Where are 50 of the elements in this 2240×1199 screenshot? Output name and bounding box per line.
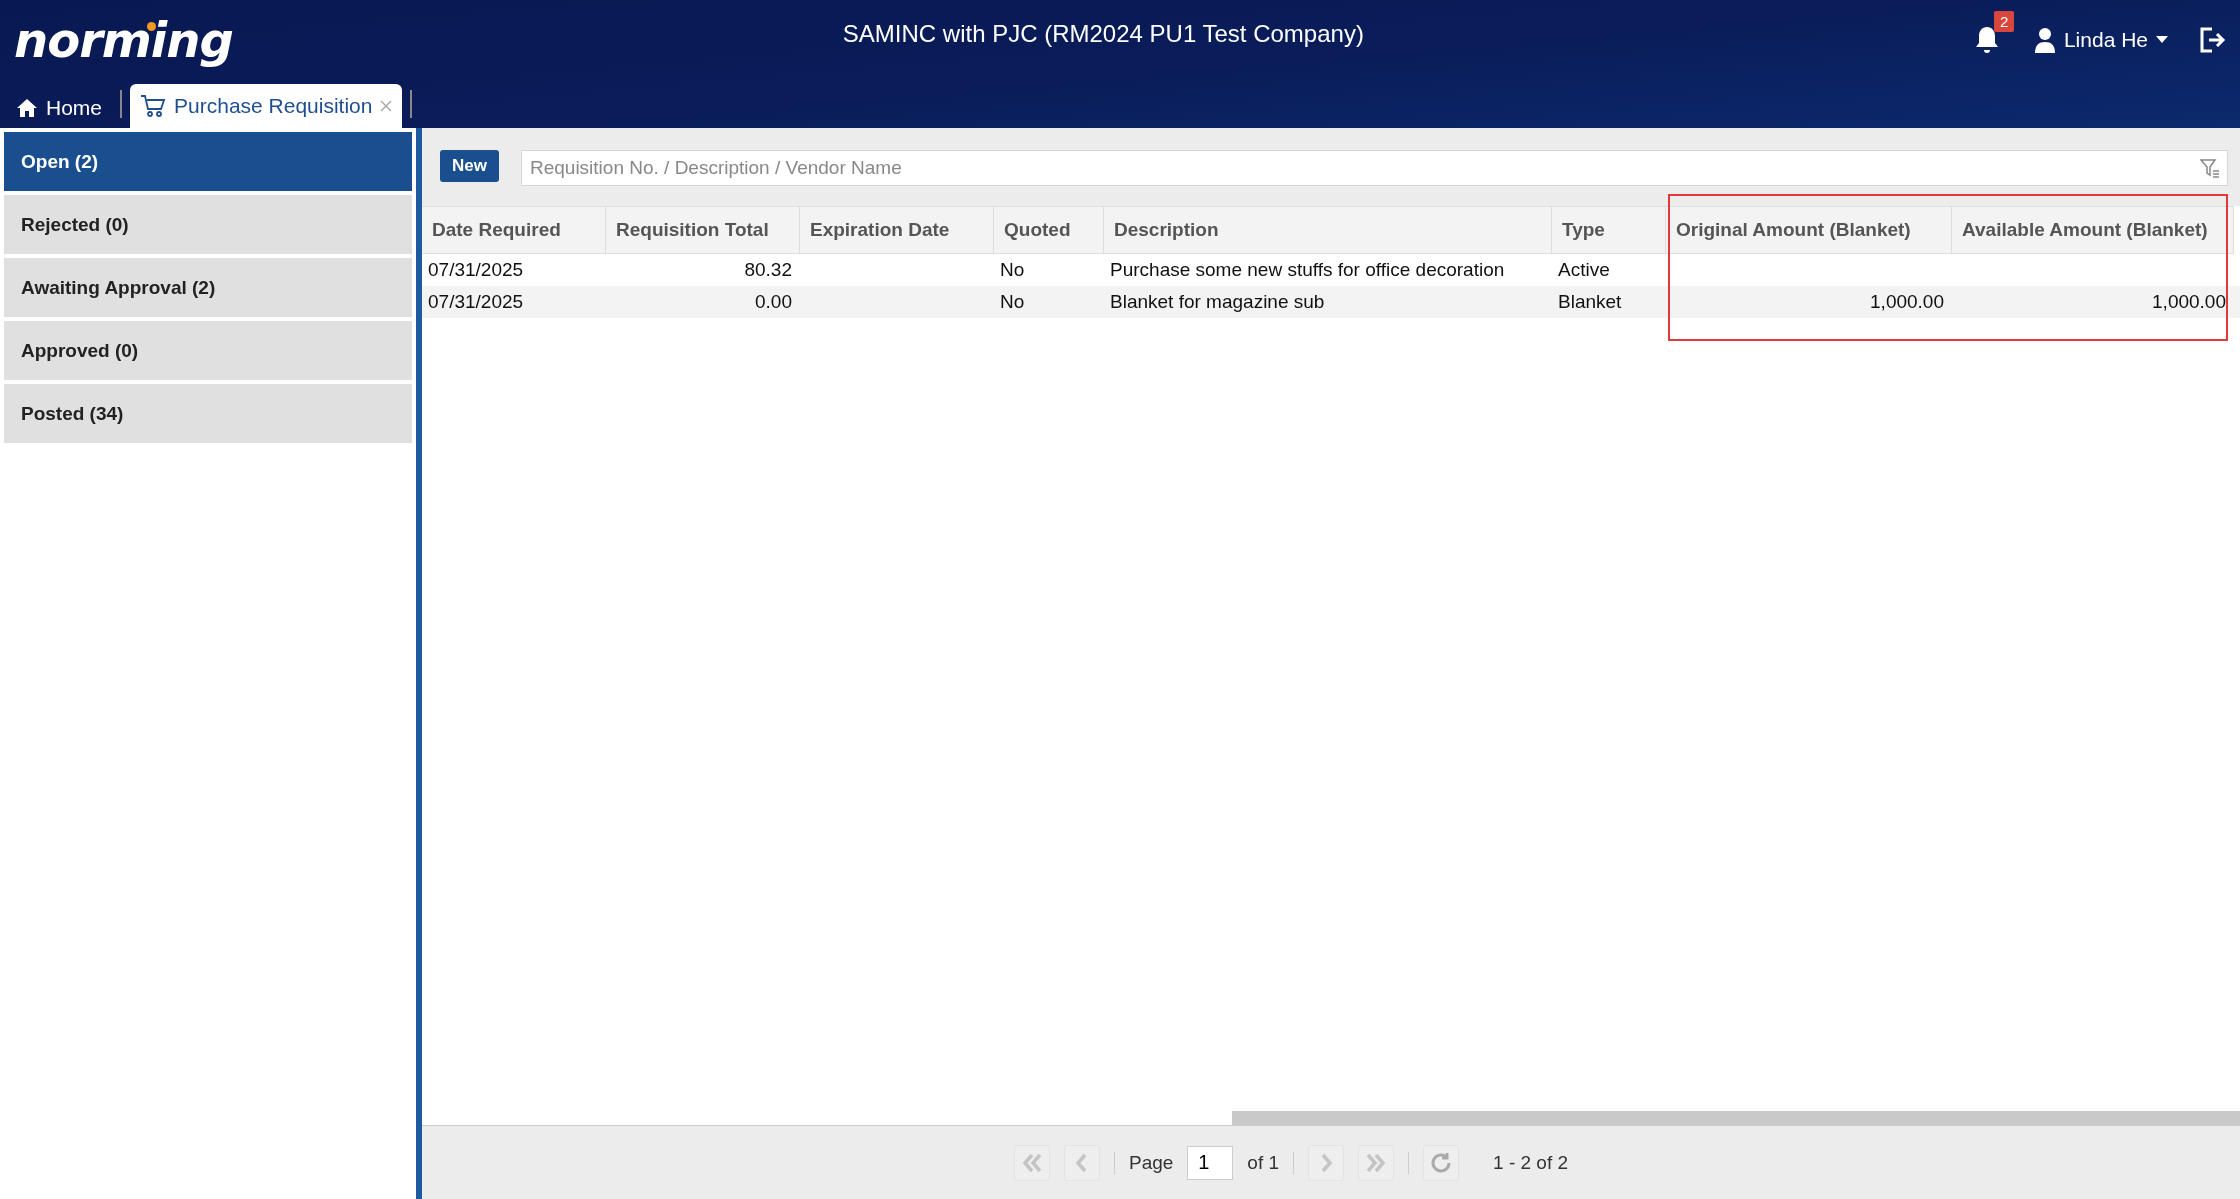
table-cell-text: No (999, 290, 1026, 314)
double-chevron-right-icon (1365, 1151, 1388, 1174)
logo: norming (14, 12, 233, 68)
notification-badge: 2 (1993, 11, 2015, 32)
table-cell-text: 1,000.00 (2151, 290, 2227, 314)
refresh-button[interactable] (1423, 1144, 1460, 1181)
column-header[interactable]: Date Required (422, 206, 606, 254)
horizontal-scrollbar[interactable] (1232, 1111, 2240, 1125)
page-input[interactable]: 1 (1187, 1145, 1234, 1180)
sidebar-item[interactable]: Awaiting Approval (2) (4, 258, 412, 317)
sidebar-item[interactable]: Rejected (0) (4, 195, 412, 254)
table-cell-text: Blanket for magazine sub (1109, 290, 1326, 314)
logout-icon[interactable] (2198, 26, 2226, 54)
cart-icon (140, 94, 167, 118)
tab[interactable]: Home (6, 88, 113, 128)
new-button[interactable]: New (440, 150, 499, 182)
page-count: of 1 (1247, 1151, 1280, 1174)
double-chevron-left-icon (1020, 1151, 1043, 1174)
column-header[interactable]: Description (1104, 206, 1552, 254)
column-header[interactable]: Type (1552, 206, 1666, 254)
company-title: SAMINC with PJC (RM2024 PU1 Test Company) (841, 20, 1365, 48)
table-cell-text: Active (1557, 258, 1611, 282)
sidebar-item[interactable]: Approved (0) (4, 321, 412, 380)
table-cell-text: 80.32 (743, 258, 793, 282)
table-cell-text: No (999, 258, 1026, 282)
bell-icon[interactable] (1973, 25, 2000, 55)
table-cell-text: 1,000.00 (1869, 290, 1945, 314)
home-icon (16, 98, 38, 118)
tab[interactable]: Purchase Requisition (130, 84, 403, 128)
search-field[interactable]: Requisition No. / Description / Vendor Name (520, 150, 2228, 186)
column-header[interactable]: Requisition Total (606, 206, 800, 254)
column-header[interactable]: Available Amount (Blanket) (1952, 206, 2234, 254)
filter-icon[interactable] (2200, 158, 2220, 178)
table-cell-text: 07/31/2025 (427, 290, 525, 314)
column-header[interactable]: Original Amount (Blanket) (1666, 206, 1952, 254)
page-label: Page (1128, 1151, 1174, 1174)
table-cell-text: 07/31/2025 (427, 258, 525, 282)
record-summary: 1 - 2 of 2 (1493, 1151, 1569, 1174)
column-header[interactable]: Expiration Date (800, 206, 994, 254)
table-cell-text: Purchase some new stuffs for office decoration (1109, 258, 1506, 282)
user-icon (2033, 27, 2056, 53)
sidebar-item[interactable]: Posted (34) (4, 384, 412, 443)
table-cell-text: Blanket (1557, 290, 1623, 314)
table-cell-text: 0.00 (754, 290, 793, 314)
sidebar-item[interactable]: Open (2) (4, 132, 412, 191)
close-icon[interactable] (380, 100, 393, 112)
caret-icon (2156, 36, 2168, 44)
column-header[interactable]: Quoted (994, 206, 1104, 254)
table-row[interactable]: 07/31/2025 0.00 No Blanket for magazine sub Blanket 1,000.00 1,000.00 (422, 286, 2240, 318)
user-menu[interactable]: Linda He (2033, 27, 2168, 53)
